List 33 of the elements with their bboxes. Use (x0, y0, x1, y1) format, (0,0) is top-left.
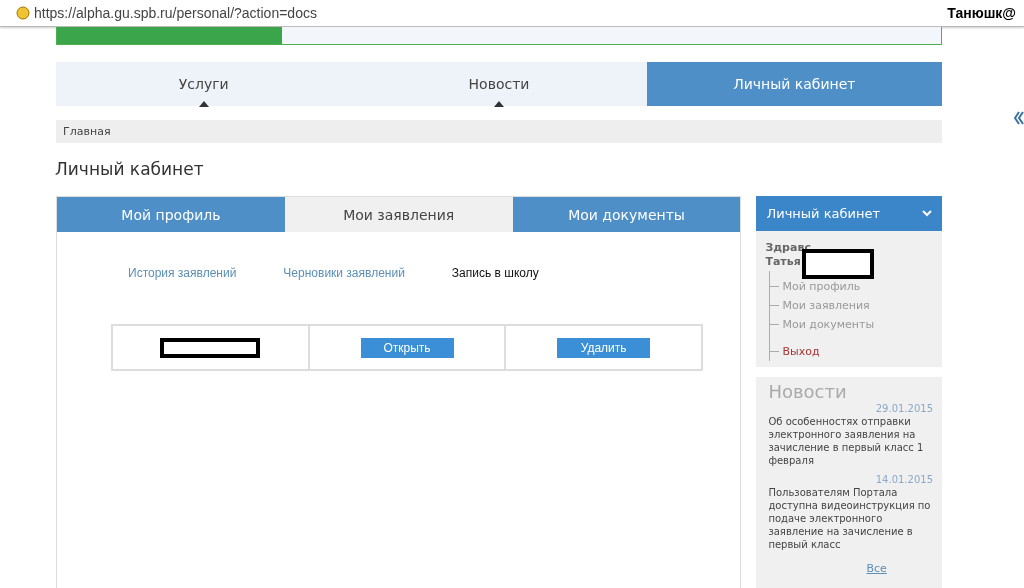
user-name: Танюшк@ (947, 5, 1016, 21)
sidebar-title: Личный кабинет (766, 206, 881, 221)
news-date: 14.01.2015 (875, 473, 933, 486)
page-title: Личный кабинет (55, 159, 205, 181)
logout-link[interactable]: Выход (782, 345, 820, 358)
chevron-down-icon (922, 210, 932, 217)
sub-tab[interactable]: История заявлений (128, 266, 237, 280)
sidebar-link[interactable]: Мои заявления (782, 299, 870, 312)
news-link[interactable]: Об особенностях отправки электронного заявления на зачисление в первый класс 1 февраля (768, 415, 933, 467)
double-chevron-icon (1014, 111, 1024, 125)
sidebar-link[interactable]: Мои документы (782, 318, 875, 331)
open-button[interactable]: Открыть (360, 337, 454, 358)
profile-tab[interactable]: Мои документы (512, 197, 741, 232)
caret-icon (494, 101, 504, 107)
sub-tab[interactable]: Запись в школу (451, 266, 539, 280)
news-title: Новости (768, 381, 848, 402)
sidebar-header[interactable]: Личный кабинет (756, 196, 942, 231)
news-link[interactable]: Пользователям Портала доступна видеоинструкция по подаче электронного заявление на зачисление в первый класс (768, 486, 933, 551)
sub-tab[interactable]: Черновики заявлений (283, 266, 405, 280)
nav-tab[interactable]: Услуги (56, 62, 352, 106)
nav-tab[interactable]: Личный кабинет (646, 62, 942, 106)
delete-button[interactable]: Удалить (557, 337, 651, 358)
breadcrumb-link[interactable]: Главная (63, 125, 111, 138)
sidebar-link[interactable]: Мой профиль (782, 280, 861, 293)
address-bar[interactable]: https://alpha.gu.spb.ru/personal/?action=docs (34, 5, 944, 21)
caret-icon (198, 101, 209, 107)
all-news-link[interactable]: Все (866, 562, 887, 575)
lock-icon (16, 6, 30, 20)
news-date: 29.01.2015 (875, 402, 933, 415)
profile-tab[interactable]: Мой профиль (57, 197, 285, 232)
profile-tab[interactable]: Мои заявления (284, 197, 513, 232)
nav-tab[interactable]: Новости (351, 62, 647, 106)
user-name: Татья (765, 255, 801, 269)
